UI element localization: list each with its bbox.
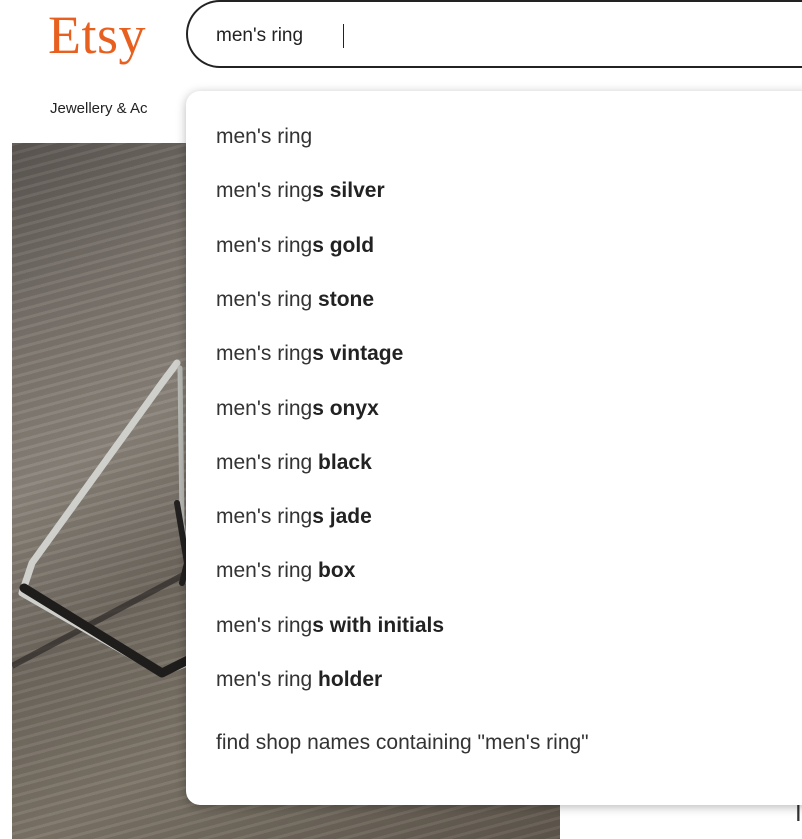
search-suggestion[interactable]: men's rings gold bbox=[216, 229, 374, 263]
suggestion-query-text: men's ring bbox=[216, 559, 313, 582]
suggestion-completion-text: black bbox=[312, 451, 372, 474]
search-bar[interactable] bbox=[186, 0, 802, 68]
suggestion-query-text: men's ring bbox=[216, 125, 313, 148]
search-suggestion[interactable]: men's rings jade bbox=[216, 500, 372, 534]
etsy-search-page: Etsy Jewellery & Ac I find shop names co… bbox=[0, 0, 802, 839]
suggestion-query-text: men's ring bbox=[216, 668, 313, 691]
search-input[interactable] bbox=[216, 22, 776, 50]
suggestion-completion-text: s vintage bbox=[312, 342, 404, 365]
search-suggestion[interactable]: men's rings silver bbox=[216, 174, 385, 208]
suggestion-completion-text: s jade bbox=[312, 505, 372, 528]
suggestion-query-text: men's ring bbox=[216, 505, 313, 528]
suggestion-completion-text: s onyx bbox=[312, 397, 379, 420]
search-suggestions-dropdown: find shop names containing "men's ring" … bbox=[186, 91, 802, 805]
search-suggestion[interactable]: men's ring stone bbox=[216, 283, 374, 317]
search-suggestion[interactable]: men's ring bbox=[216, 120, 312, 154]
search-suggestion[interactable]: men's ring black bbox=[216, 446, 372, 480]
text-cursor bbox=[343, 24, 344, 48]
shop-name-search-option[interactable]: find shop names containing "men's ring" bbox=[216, 726, 589, 760]
etsy-logo[interactable]: Etsy bbox=[48, 2, 146, 68]
search-suggestion[interactable]: men's ring holder bbox=[216, 663, 382, 697]
suggestion-completion-text: box bbox=[312, 559, 356, 582]
suggestion-completion-text: s with initials bbox=[312, 614, 445, 637]
suggestion-query-text: men's ring bbox=[216, 397, 313, 420]
suggestion-query-text: men's ring bbox=[216, 288, 313, 311]
suggestion-completion-text: holder bbox=[312, 668, 383, 691]
suggestion-query-text: men's ring bbox=[216, 451, 313, 474]
search-suggestion[interactable]: men's rings onyx bbox=[216, 392, 379, 426]
suggestion-completion-text: s silver bbox=[312, 179, 385, 202]
suggestion-query-text: men's ring bbox=[216, 342, 313, 365]
category-nav-jewellery[interactable]: Jewellery & Ac bbox=[50, 100, 148, 117]
search-suggestion[interactable]: men's rings with initials bbox=[216, 609, 444, 643]
search-suggestion[interactable]: men's rings vintage bbox=[216, 337, 403, 371]
search-suggestion[interactable]: men's ring box bbox=[216, 554, 355, 588]
suggestion-query-text: men's ring bbox=[216, 614, 313, 637]
suggestion-completion-text: stone bbox=[312, 288, 375, 311]
suggestion-query-text: men's ring bbox=[216, 179, 313, 202]
suggestion-query-text: men's ring bbox=[216, 234, 313, 257]
suggestion-completion-text: s gold bbox=[312, 234, 375, 257]
